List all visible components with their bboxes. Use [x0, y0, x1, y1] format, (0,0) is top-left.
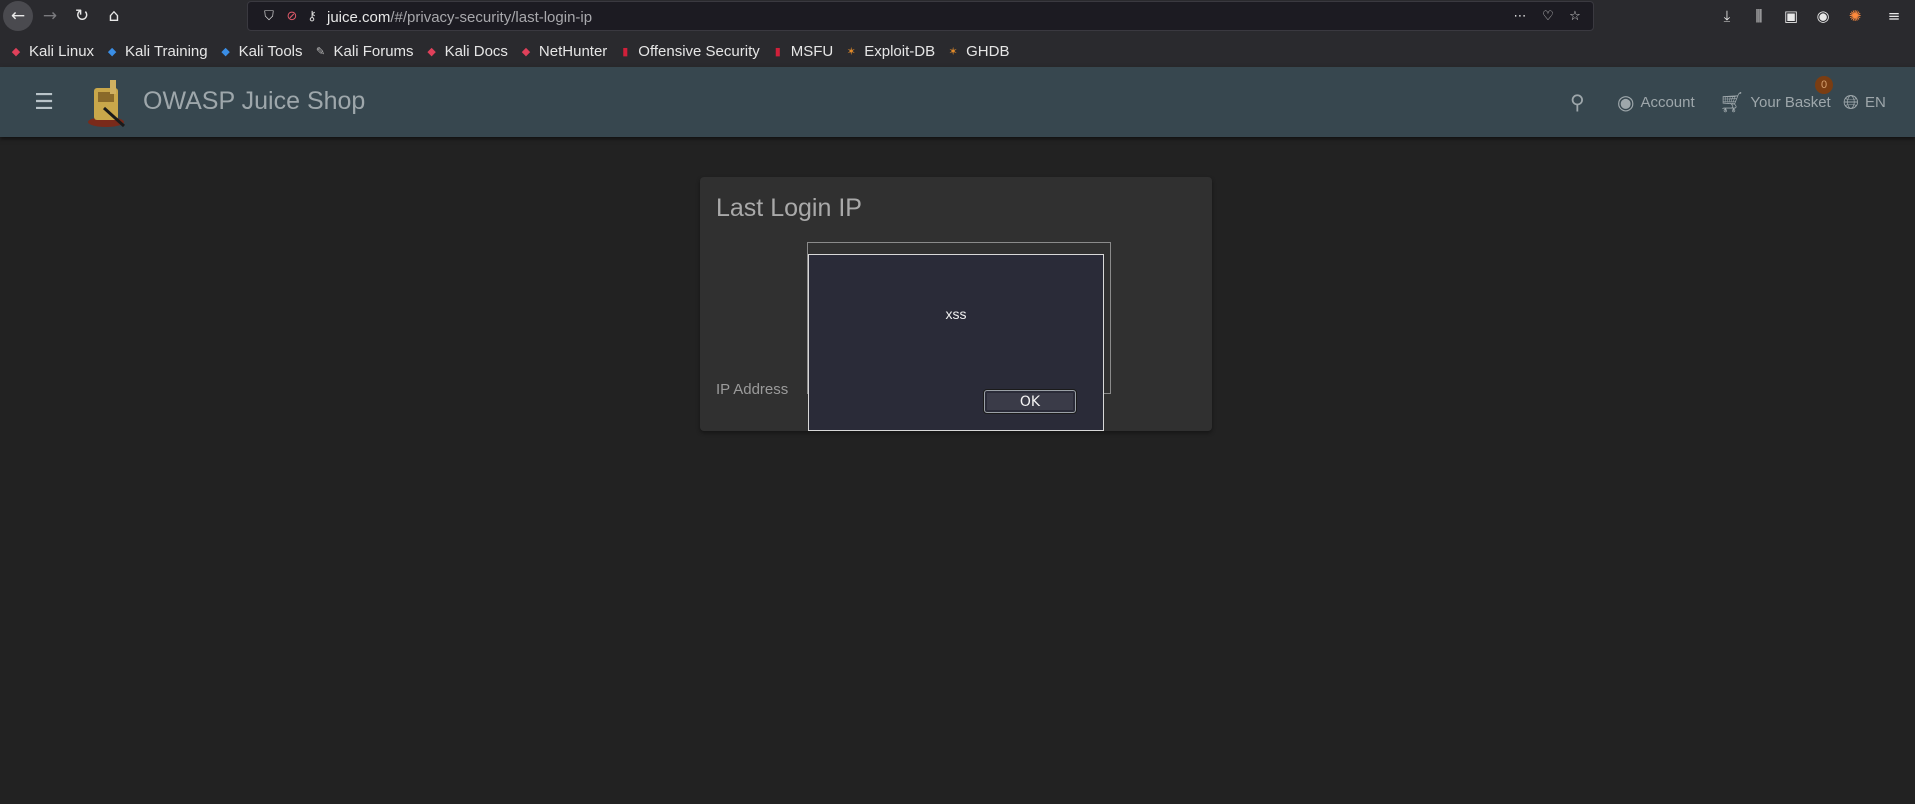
msfu-icon: ▮	[774, 44, 781, 58]
bookmark-label: MSFU	[790, 42, 834, 60]
search-button[interactable]: ⚲	[1570, 87, 1591, 117]
bookmark-kali-forums[interactable]: ✎ Kali Forums	[313, 43, 414, 60]
bookmark-kali-training[interactable]: ◆ Kali Training	[104, 43, 208, 60]
url-bar[interactable]: ⛉ ⊘ ⚷ juice.com/#/privacy-security/last-…	[247, 1, 1594, 31]
bookmark-kali-linux[interactable]: ◆ Kali Linux	[8, 43, 94, 60]
pocket-icon[interactable]: ♡	[1539, 7, 1557, 25]
download-icon[interactable]: ⤓	[1715, 4, 1739, 28]
language-label: EN	[1865, 93, 1886, 111]
home-button[interactable]: ⌂	[100, 2, 128, 30]
cart-icon: 🛒︎	[1719, 90, 1745, 114]
bookmark-label: NetHunter	[538, 42, 608, 60]
bookmark-nethunter[interactable]: ◆ NetHunter	[518, 42, 608, 60]
more-icon[interactable]: ⋯	[1511, 7, 1529, 25]
bookmark-label: Kali Training	[125, 42, 208, 60]
forward-button[interactable]: →	[36, 2, 64, 30]
globe-icon: 🌐︎	[1843, 90, 1859, 114]
language-button[interactable]: 🌐︎ EN	[1843, 87, 1886, 117]
account-icon[interactable]: ◉	[1811, 4, 1835, 28]
alert-message: xss	[945, 306, 967, 322]
kali-tools-icon: ◆	[221, 44, 230, 58]
url-text[interactable]: juice.com/#/privacy-security/last-login-…	[327, 9, 592, 26]
bookmark-label: Kali Tools	[238, 42, 303, 60]
basket-button[interactable]: 🛒︎ Your Basket	[1719, 87, 1831, 117]
bookmark-kali-docs[interactable]: ◆ Kali Docs	[424, 43, 508, 60]
bookmark-label: Kali Linux	[29, 42, 95, 60]
bookmark-offensive-security[interactable]: ▮ Offensive Security	[617, 43, 759, 60]
key-icon[interactable]: ⚷	[303, 7, 321, 25]
ghdb-icon: ✶	[948, 44, 958, 58]
nethunter-icon: ◆	[521, 44, 531, 58]
permissions-icon[interactable]: ⊘	[283, 7, 301, 25]
search-icon: ⚲	[1570, 90, 1585, 114]
forward-icon: →	[42, 6, 58, 26]
account-button[interactable]: ◉ Account	[1617, 87, 1695, 117]
basket-label: Your Basket	[1750, 93, 1831, 111]
bookmark-label: Offensive Security	[638, 42, 760, 60]
bookmark-label: GHDB	[966, 42, 1010, 60]
bookmark-label: Kali Forums	[333, 42, 414, 60]
kali-forums-icon: ✎	[315, 44, 326, 58]
bookmark-exploit-db[interactable]: ✶ Exploit-DB	[843, 43, 935, 60]
ok-button[interactable]: OK	[984, 390, 1076, 413]
app-title[interactable]: OWASP Juice Shop	[143, 87, 365, 116]
ip-address-label: IP Address	[716, 381, 789, 398]
star-icon[interactable]: ☆	[1566, 7, 1584, 25]
firefox-icon[interactable]: ✺	[1843, 4, 1867, 28]
alert-dialog: xss OK	[808, 254, 1104, 431]
menu-icon[interactable]: ☰	[30, 89, 58, 115]
bookmark-label: Exploit-DB	[864, 42, 936, 60]
browser-toolbar: ← → ↻ ⌂ ⛉ ⊘ ⚷ juice.com/#/privacy-securi…	[0, 0, 1915, 32]
hamburger-icon[interactable]: ≡	[1882, 4, 1906, 28]
kali-training-icon: ◆	[107, 44, 117, 58]
bookmarks-bar: ◆ Kali Linux ◆ Kali Training ◆ Kali Tool…	[0, 37, 1915, 65]
home-icon: ⌂	[108, 6, 120, 26]
bookmark-kali-tools[interactable]: ◆ Kali Tools	[218, 42, 303, 60]
library-icon[interactable]: ⫼	[1747, 4, 1771, 28]
url-host: juice.com	[327, 9, 391, 26]
offsec-icon: ▮	[622, 44, 629, 58]
app-toolbar: ☰ OWASP Juice Shop ⚲ ◉ Account 🛒︎ Your B…	[0, 67, 1915, 137]
bookmark-ghdb[interactable]: ✶ GHDB	[945, 42, 1010, 60]
account-label: Account	[1640, 93, 1695, 111]
bookmark-msfu[interactable]: ▮ MSFU	[770, 43, 834, 60]
kali-icon: ◆	[11, 44, 21, 58]
sidebar-icon[interactable]: ▣	[1779, 4, 1803, 28]
kali-docs-icon: ◆	[427, 44, 436, 58]
back-icon: ←	[10, 6, 26, 26]
exploitdb-icon: ✶	[846, 44, 856, 58]
back-button[interactable]: ←	[3, 1, 33, 31]
page-title: Last Login IP	[716, 194, 862, 222]
juice-shop-logo[interactable]	[84, 74, 134, 130]
shield-icon[interactable]: ⛉	[260, 7, 278, 25]
reload-button[interactable]: ↻	[68, 2, 96, 30]
url-path: /#/privacy-security/last-login-ip	[390, 9, 593, 26]
reload-icon: ↻	[74, 6, 90, 26]
bookmark-label: Kali Docs	[444, 42, 508, 60]
juice-shop-logo-graphic	[88, 80, 126, 128]
basket-count-badge: 0	[1815, 76, 1833, 94]
account-circle-icon: ◉	[1617, 90, 1635, 114]
